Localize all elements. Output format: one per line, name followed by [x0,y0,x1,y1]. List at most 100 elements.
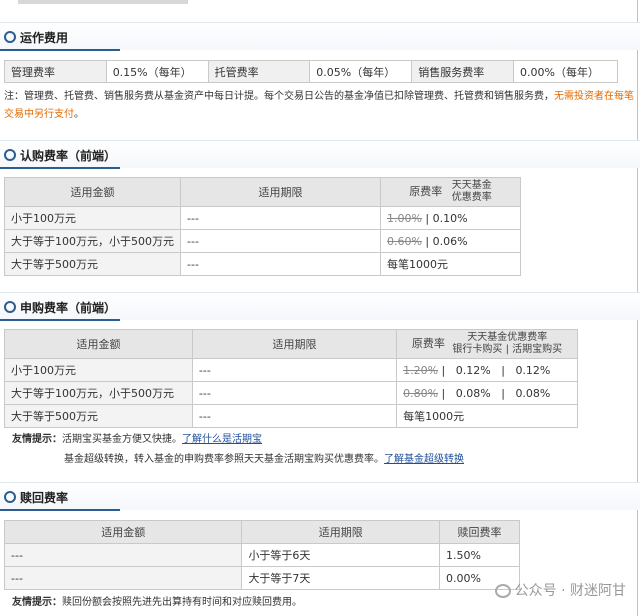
rate-sep: | [441,363,446,377]
table-row: 小于100万元 --- 1.00% | 0.10% [4,206,522,230]
purchase-fee-table: 适用金额 适用期限 原费率 天天基金优惠费率 银行卡购买 | 活期宝购买 小于1… [4,329,578,428]
col-amount: 适用金额 [3,520,243,544]
table-row: 大于等于100万元，小于500万元 --- 0.80% | 0.08% | 0.… [4,381,578,405]
section-underline [0,319,120,321]
table-row: 小于100万元 --- 1.20% | 0.12% | 0.12% [4,358,578,382]
col-rate: 原费率 天天基金优惠费率 银行卡购买 | 活期宝购买 [396,329,578,359]
section-header-redeem: 赎回费率 [0,482,640,511]
mgmt-fee-value: 0.15%（每年） [105,60,209,83]
col-bank: 银行卡购买 [452,344,503,355]
mgmt-fee-label: 管理费率 [4,60,107,83]
section-title: 认购费率（前端） [20,149,117,163]
custody-fee-label: 托管费率 [207,60,311,83]
watermark: 公众号 · 财迷阿甘 [494,580,626,600]
col-disc-bottom: 优惠费率 [451,192,492,203]
circle-bullet-icon [4,31,16,43]
learn-super-convert-link[interactable]: 了解基金超级转换 [384,454,464,465]
rate-sep: | [425,234,430,248]
huoqi-rate: 0.12% [515,363,551,377]
orig-rate: 1.00% [386,211,422,225]
rate-sep: | [501,386,505,400]
row-rate: 1.20% | 0.12% | 0.12% [396,358,578,382]
section-title: 赎回费率 [20,491,69,505]
row-period: --- [191,358,398,382]
learn-huoqibao-link[interactable]: 了解什么是活期宝 [182,434,262,445]
ops-fee-table: 管理费率 0.15%（每年） 托管费率 0.05%（每年） 销售服务费率 0.0… [4,60,618,83]
col-period: 适用期限 [241,520,441,544]
tip-label: 友情提示： [12,597,62,608]
table-row: 大于等于500万元 --- 每笔1000元 [4,252,522,276]
table-row: 大于等于100万元，小于500万元 --- 0.60% | 0.06% [4,229,522,253]
row-period: 大于等于7天 [241,566,441,590]
purchase-tip-2: 基金超级转换，转入基金的申购费率参照天天基金活期宝购买优惠费率。了解基金超级转换 [64,451,464,469]
col-rate: 赎回费率 [439,520,520,544]
tip-text: 赎回份额会按照先进先出算持有时间和对应赎回费用。 [62,597,302,608]
row-period: --- [180,252,381,276]
huoqi-rate: 0.08% [515,386,551,400]
col-rate: 原费率 天天基金 优惠费率 [379,177,522,207]
table-row: 大于等于500万元 --- 每笔1000元 [4,404,578,428]
row-amount: --- [3,543,243,567]
circle-bullet-icon [4,491,16,503]
section-underline [0,167,120,169]
section-underline [0,49,120,51]
col-period: 适用期限 [180,177,381,207]
orig-rate: 0.80% [403,386,439,400]
section-header-ops-fee: 运作费用 [0,22,640,51]
sales-fee-value: 0.00%（每年） [513,60,618,83]
orig-rate: 0.60% [386,234,422,248]
section-header-purchase: 申购费率（前端） [0,292,640,321]
row-amount: --- [3,566,243,590]
section-underline [0,509,120,511]
col-disc-title: 天天基金优惠费率 [467,332,548,343]
col-sep: | [505,344,509,355]
custody-fee-value: 0.05%（每年） [309,60,413,83]
row-rate: 0.60% | 0.06% [379,229,522,253]
row-period: --- [180,229,381,253]
row-amount: 大于等于100万元，小于500万元 [4,229,181,253]
ops-fee-note: 注：管理费、托管费、销售服务费从基金资产中每日计提。每个交易日公告的基金净值已扣… [4,88,636,124]
rate-sep: | [501,363,505,377]
circle-bullet-icon [4,301,16,313]
row-amount: 大于等于500万元 [4,252,181,276]
rate-sep: | [441,386,446,400]
row-period: --- [191,404,398,428]
wechat-icon [494,584,511,598]
watermark-text: 公众号 · 财迷阿甘 [514,583,626,599]
orig-rate: 1.20% [403,363,439,377]
row-amount: 小于100万元 [4,358,193,382]
table-row: --- 小于等于6天 1.50% [3,543,520,567]
col-period: 适用期限 [191,329,398,359]
row-flat-fee: 每笔1000元 [379,252,522,276]
row-rate: 0.80% | 0.08% | 0.08% [396,381,578,405]
tip-text: 活期宝买基金方便又快捷。 [62,434,182,445]
note-text: 注：管理费、托管费、销售服务费从基金资产中每日计提。每个交易日公告的基金净值已扣… [4,91,554,102]
note-end: 。 [74,109,84,120]
row-amount: 大于等于500万元 [4,404,193,428]
col-amount: 适用金额 [4,177,181,207]
clipped-top-content [0,0,640,10]
subscribe-fee-table: 适用金额 适用期限 原费率 天天基金 优惠费率 小于100万元 --- 1.00… [4,177,522,276]
col-amount: 适用金额 [4,329,193,359]
disc-rate: 0.06% [432,234,468,248]
bank-rate: 0.12% [455,363,491,377]
table-row: --- 大于等于7天 0.00% [3,566,520,590]
circle-bullet-icon [4,149,16,161]
col-disc-rate: 天天基金 优惠费率 [452,180,492,204]
row-period: 小于等于6天 [241,543,441,567]
row-period: --- [191,381,398,405]
purchase-tip-1: 友情提示：活期宝买基金方便又快捷。了解什么是活期宝 [12,431,262,449]
rate-sep: | [425,211,430,225]
row-flat-fee: 每笔1000元 [396,404,578,428]
col-huoqi: 活期宝购买 [512,344,563,355]
redeem-tip: 友情提示：赎回份额会按照先进先出算持有时间和对应赎回费用。 [12,594,302,612]
row-amount: 小于100万元 [4,206,181,230]
tip-label: 友情提示： [12,434,62,445]
col-orig-rate: 原费率 [409,185,443,198]
row-rate: 1.50% [439,543,520,567]
tip-text: 基金超级转换，转入基金的申购费率参照天天基金活期宝购买优惠费率。 [64,454,384,465]
row-amount: 大于等于100万元，小于500万元 [4,381,193,405]
section-header-subscribe: 认购费率（前端） [0,140,640,169]
redeem-fee-table: 适用金额 适用期限 赎回费率 --- 小于等于6天 1.50% --- 大于等于… [3,520,520,590]
bank-rate: 0.08% [455,386,491,400]
